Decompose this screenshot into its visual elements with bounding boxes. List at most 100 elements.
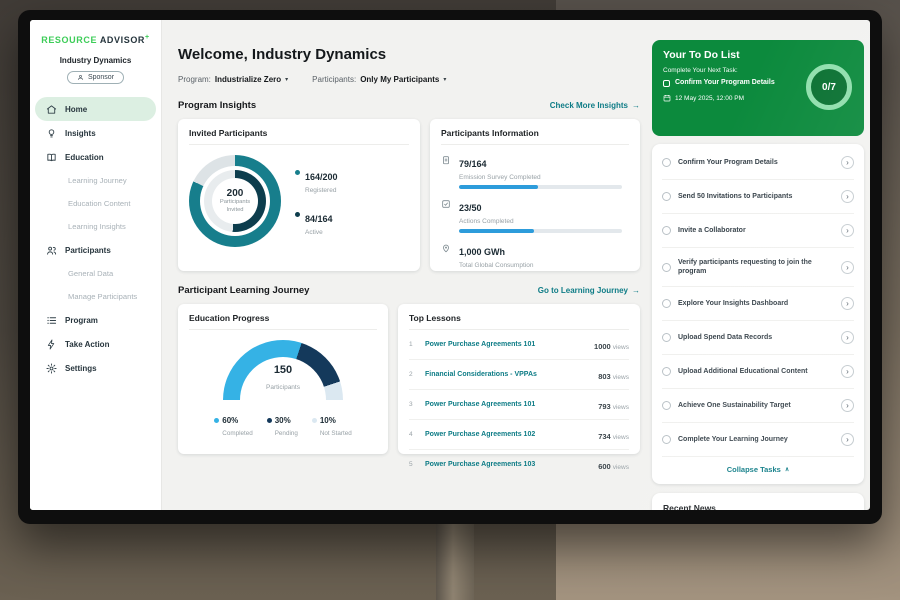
stat-value: 1,000 GWh	[459, 247, 505, 257]
monitor-bezel: RESOURCE ADVISOR+ Industry Dynamics Spon…	[18, 10, 882, 524]
todo-task-list: Confirm Your Program Details › Send 50 I…	[652, 144, 864, 484]
home-icon	[46, 104, 57, 115]
sidebar-item-label: General Data	[68, 269, 113, 278]
card-title: Invited Participants	[189, 128, 409, 145]
task-label: Invite a Collaborator	[678, 226, 834, 235]
check-more-insights-link[interactable]: Check More Insights →	[550, 101, 640, 110]
book-icon	[46, 152, 57, 163]
organization-name: Industry Dynamics	[30, 56, 161, 65]
stat-row: 23/50 Actions Completed	[441, 198, 629, 233]
lesson-rank: 5	[409, 461, 417, 468]
go-to-learning-journey-link[interactable]: Go to Learning Journey →	[538, 286, 640, 295]
chevron-right-icon[interactable]: ›	[841, 297, 854, 310]
sidebar-item-home[interactable]: Home	[35, 97, 156, 121]
calendar-icon	[663, 94, 671, 102]
legend-label: Completed	[214, 430, 252, 437]
legend-dot	[312, 418, 317, 423]
sidebar-item-insights[interactable]: Insights	[30, 121, 161, 145]
task-checkbox[interactable]	[662, 158, 671, 167]
sidebar-item-education[interactable]: Education	[30, 145, 161, 169]
lesson-rank: 4	[409, 431, 417, 438]
recent-news-card[interactable]: Recent News	[652, 493, 864, 510]
participants-select[interactable]: Participants: Only My Participants ▾	[312, 75, 446, 84]
task-row[interactable]: Complete Your Learning Journey ›	[662, 423, 854, 457]
legend-value: 10%	[320, 416, 336, 425]
participants-select-value: Only My Participants	[360, 75, 439, 84]
collapse-tasks-link[interactable]: Collapse Tasks ∧	[662, 457, 854, 482]
stat-label: Actions Completed	[459, 218, 629, 225]
legend-item: 164/200 Registered	[295, 167, 338, 194]
task-checkbox[interactable]	[662, 263, 671, 272]
card-title: Participants Information	[441, 128, 629, 145]
task-checkbox[interactable]	[662, 333, 671, 342]
sidebar-item-label: Settings	[65, 364, 97, 373]
learning-journey-heading: Participant Learning Journey	[178, 285, 309, 296]
sidebar-item-take-action[interactable]: Take Action	[30, 332, 161, 356]
task-label: Upload Additional Educational Content	[678, 367, 834, 376]
chevron-right-icon[interactable]: ›	[841, 365, 854, 378]
lesson-link[interactable]: Power Purchase Agreements 102	[425, 431, 590, 438]
sidebar-item-general-data[interactable]: General Data	[30, 262, 161, 285]
chevron-down-icon: ▾	[443, 76, 446, 83]
chevron-down-icon: ▾	[285, 76, 288, 83]
gauge-legend: 60% Completed 30% Pending 10% Not Starte…	[189, 410, 377, 437]
chevron-right-icon[interactable]: ›	[841, 156, 854, 169]
sidebar-item-label: Insights	[65, 129, 96, 138]
donut-center-label: Participants Invited	[213, 199, 257, 213]
task-label: Verify participants requesting to join t…	[678, 258, 834, 276]
sidebar-item-learning-insights[interactable]: Learning Insights	[30, 215, 161, 238]
task-checkbox[interactable]	[662, 367, 671, 376]
lesson-link[interactable]: Power Purchase Agreements 103	[425, 461, 590, 468]
next-task[interactable]: Confirm Your Program Details	[663, 79, 795, 87]
task-checkbox[interactable]	[662, 299, 671, 308]
task-checkbox[interactable]	[663, 80, 670, 87]
task-checkbox[interactable]	[662, 435, 671, 444]
app-logo: RESOURCE ADVISOR+	[30, 34, 161, 45]
task-checkbox[interactable]	[662, 226, 671, 235]
lesson-rank: 3	[409, 401, 417, 408]
main-content: Welcome, Industry Dynamics Program: Indu…	[162, 20, 652, 510]
sidebar-item-label: Education Content	[68, 199, 130, 208]
program-select[interactable]: Program: Industrialize Zero ▾	[178, 75, 288, 84]
task-row[interactable]: Invite a Collaborator ›	[662, 214, 854, 248]
sidebar-item-manage-participants[interactable]: Manage Participants	[30, 285, 161, 308]
task-checkbox[interactable]	[662, 401, 671, 410]
task-row[interactable]: Verify participants requesting to join t…	[662, 248, 854, 287]
donut-center-value: 200	[227, 188, 244, 199]
lesson-views: 793	[598, 402, 611, 411]
chevron-right-icon[interactable]: ›	[841, 399, 854, 412]
sidebar-item-settings[interactable]: Settings	[30, 356, 161, 380]
lesson-link[interactable]: Power Purchase Agreements 101	[425, 341, 586, 348]
legend-dot	[214, 418, 219, 423]
collapse-label: Collapse Tasks	[727, 465, 781, 474]
sidebar-item-learning-journey[interactable]: Learning Journey	[30, 169, 161, 192]
task-checkbox[interactable]	[662, 192, 671, 201]
list-icon	[46, 315, 57, 326]
filter-bar: Program: Industrialize Zero ▾ Participan…	[178, 75, 640, 84]
task-row[interactable]: Send 50 Invitations to Participants ›	[662, 180, 854, 214]
task-row[interactable]: Explore Your Insights Dashboard ›	[662, 287, 854, 321]
link-label: Check More Insights	[550, 101, 628, 110]
task-label: Explore Your Insights Dashboard	[678, 299, 834, 308]
todo-progress-value: 0/7	[822, 82, 836, 93]
education-progress-card: Education Progress 150 Participants 60% …	[178, 304, 388, 454]
chevron-right-icon[interactable]: ›	[841, 190, 854, 203]
sidebar-item-education-content[interactable]: Education Content	[30, 192, 161, 215]
chevron-right-icon[interactable]: ›	[841, 261, 854, 274]
lesson-views-word: views	[613, 464, 629, 471]
chevron-right-icon[interactable]: ›	[841, 433, 854, 446]
task-label: Upload Spend Data Records	[678, 333, 834, 342]
task-row[interactable]: Upload Additional Educational Content ›	[662, 355, 854, 389]
gauge-center-label: Participants	[266, 384, 300, 391]
lesson-link[interactable]: Power Purchase Agreements 101	[425, 401, 590, 408]
chevron-right-icon[interactable]: ›	[841, 224, 854, 237]
sidebar-item-program[interactable]: Program	[30, 308, 161, 332]
card-title: Top Lessons	[409, 313, 629, 330]
task-row[interactable]: Upload Spend Data Records ›	[662, 321, 854, 355]
sidebar-item-participants[interactable]: Participants	[30, 238, 161, 262]
task-row[interactable]: Confirm Your Program Details ›	[662, 146, 854, 180]
lesson-link[interactable]: Financial Considerations - VPPAs	[425, 371, 590, 378]
chevron-right-icon[interactable]: ›	[841, 331, 854, 344]
sidebar-item-label: Home	[65, 105, 87, 114]
task-row[interactable]: Achieve One Sustainability Target ›	[662, 389, 854, 423]
